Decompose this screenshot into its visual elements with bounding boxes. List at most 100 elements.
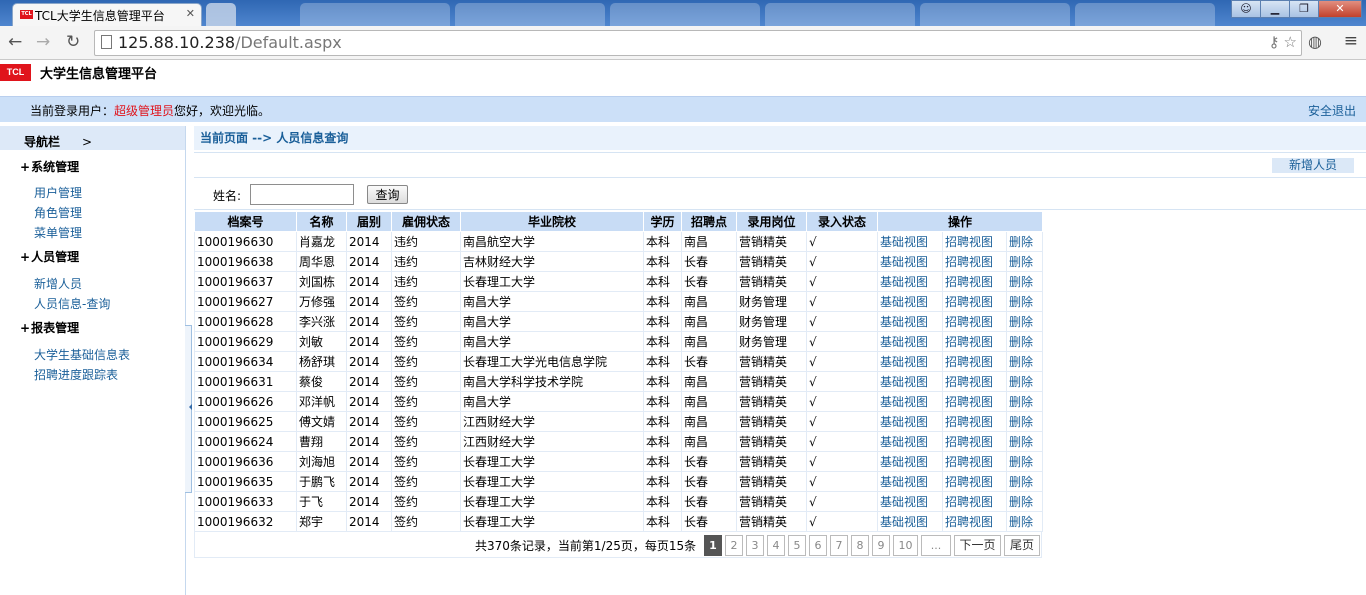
basic-view-link[interactable]: 基础视图 xyxy=(877,231,943,252)
recruit-view-link[interactable]: 招聘视图 xyxy=(942,291,1007,312)
recruit-view-link[interactable]: 招聘视图 xyxy=(942,331,1007,352)
next-page-button[interactable]: 下一页 xyxy=(954,535,1001,556)
tab-close-icon[interactable]: ✕ xyxy=(186,7,195,20)
browser-tab-background[interactable] xyxy=(920,3,1070,26)
recruit-view-link[interactable]: 招聘视图 xyxy=(942,351,1007,372)
table-cell: 2014 xyxy=(346,231,392,252)
browser-tab-background[interactable] xyxy=(765,3,915,26)
recruit-view-link[interactable]: 招聘视图 xyxy=(942,391,1007,412)
table-cell: 长春 xyxy=(681,271,737,292)
browser-tab-background[interactable] xyxy=(1075,3,1215,26)
delete-link[interactable]: 删除 xyxy=(1006,271,1043,292)
user-icon[interactable]: ☺ xyxy=(1231,0,1261,18)
sidebar-group-reports[interactable]: 报表管理 xyxy=(0,319,79,336)
page-number-button[interactable]: 9 xyxy=(872,535,890,556)
extension-globe-icon[interactable]: ◍ xyxy=(1308,32,1322,51)
recruit-view-link[interactable]: 招聘视图 xyxy=(942,371,1007,392)
page-number-button[interactable]: 6 xyxy=(809,535,827,556)
browser-tab-active[interactable]: TCL TCL大学生信息管理平台 ✕ xyxy=(12,3,202,26)
sidebar-item-role-manage[interactable]: 角色管理 xyxy=(34,204,82,221)
recruit-view-link[interactable]: 招聘视图 xyxy=(942,491,1007,512)
sidebar-item-basic-report[interactable]: 大学生基础信息表 xyxy=(34,346,130,363)
delete-link[interactable]: 删除 xyxy=(1006,511,1043,532)
delete-link[interactable]: 删除 xyxy=(1006,391,1043,412)
page-number-button[interactable]: 5 xyxy=(788,535,806,556)
basic-view-link[interactable]: 基础视图 xyxy=(877,491,943,512)
browser-menu-icon[interactable]: ≡ xyxy=(1344,31,1358,51)
sidebar-item-progress-report[interactable]: 招聘进度跟踪表 xyxy=(34,366,118,383)
page-number-button[interactable]: 10 xyxy=(893,535,918,556)
delete-link[interactable]: 删除 xyxy=(1006,451,1043,472)
recruit-view-link[interactable]: 招聘视图 xyxy=(942,271,1007,292)
sidebar-item-person-query[interactable]: 人员信息-查询 xyxy=(34,295,110,312)
table-cell: 于飞 xyxy=(296,491,347,512)
recruit-view-link[interactable]: 招聘视图 xyxy=(942,451,1007,472)
delete-link[interactable]: 删除 xyxy=(1006,411,1043,432)
page-number-button[interactable]: ... xyxy=(921,535,951,556)
basic-view-link[interactable]: 基础视图 xyxy=(877,311,943,332)
delete-link[interactable]: 删除 xyxy=(1006,471,1043,492)
page-number-button[interactable]: 3 xyxy=(746,535,764,556)
basic-view-link[interactable]: 基础视图 xyxy=(877,511,943,532)
delete-link[interactable]: 删除 xyxy=(1006,331,1043,352)
basic-view-link[interactable]: 基础视图 xyxy=(877,371,943,392)
recruit-view-link[interactable]: 招聘视图 xyxy=(942,471,1007,492)
recruit-view-link[interactable]: 招聘视图 xyxy=(942,311,1007,332)
delete-link[interactable]: 删除 xyxy=(1006,251,1043,272)
delete-link[interactable]: 删除 xyxy=(1006,371,1043,392)
table-cell: 营销精英 xyxy=(736,251,807,272)
bookmark-star-icon[interactable]: ☆ xyxy=(1284,33,1297,51)
recruit-view-link[interactable]: 招聘视图 xyxy=(942,511,1007,532)
reload-icon[interactable]: ↻ xyxy=(66,32,80,52)
sidebar-item-add-person[interactable]: 新增人员 xyxy=(34,275,82,292)
add-person-button[interactable]: 新增人员 xyxy=(1272,158,1354,173)
sidebar-item-user-manage[interactable]: 用户管理 xyxy=(34,184,82,201)
page-number-button[interactable]: 8 xyxy=(851,535,869,556)
forward-arrow-icon[interactable]: → xyxy=(36,32,50,52)
sidebar-group-personnel[interactable]: 人员管理 xyxy=(0,248,79,265)
sidebar-chevron-icon[interactable]: > xyxy=(82,135,92,149)
basic-view-link[interactable]: 基础视图 xyxy=(877,391,943,412)
basic-view-link[interactable]: 基础视图 xyxy=(877,411,943,432)
delete-link[interactable]: 删除 xyxy=(1006,311,1043,332)
delete-link[interactable]: 删除 xyxy=(1006,291,1043,312)
page-number-button[interactable]: 2 xyxy=(725,535,743,556)
page-number-button[interactable]: 7 xyxy=(830,535,848,556)
browser-tab-background[interactable] xyxy=(300,3,450,26)
basic-view-link[interactable]: 基础视图 xyxy=(877,451,943,472)
logout-link[interactable]: 安全退出 xyxy=(1308,102,1356,119)
sidebar-group-system[interactable]: 系统管理 xyxy=(0,158,79,175)
basic-view-link[interactable]: 基础视图 xyxy=(877,331,943,352)
page-number-button[interactable]: 1 xyxy=(704,535,722,556)
recruit-view-link[interactable]: 招聘视图 xyxy=(942,231,1007,252)
sidebar-item-menu-manage[interactable]: 菜单管理 xyxy=(34,224,82,241)
address-bar[interactable]: 125.88.10.238/Default.aspx ⚷ ☆ xyxy=(94,30,1302,56)
search-button[interactable]: 查询 xyxy=(367,185,408,204)
basic-view-link[interactable]: 基础视图 xyxy=(877,471,943,492)
delete-link[interactable]: 删除 xyxy=(1006,231,1043,252)
maximize-icon[interactable]: ❐ xyxy=(1289,0,1319,18)
basic-view-link[interactable]: 基础视图 xyxy=(877,431,943,452)
new-tab-button[interactable] xyxy=(206,3,236,26)
delete-link[interactable]: 删除 xyxy=(1006,491,1043,512)
table-cell: 1000196628 xyxy=(194,311,297,332)
basic-view-link[interactable]: 基础视图 xyxy=(877,271,943,292)
recruit-view-link[interactable]: 招聘视图 xyxy=(942,411,1007,432)
minimize-icon[interactable]: ▁ xyxy=(1260,0,1290,18)
recruit-view-link[interactable]: 招聘视图 xyxy=(942,251,1007,272)
recruit-view-link[interactable]: 招聘视图 xyxy=(942,431,1007,452)
last-page-button[interactable]: 尾页 xyxy=(1004,535,1040,556)
window-close-icon[interactable]: ✕ xyxy=(1318,0,1362,18)
browser-tab-background[interactable] xyxy=(455,3,605,26)
page-number-button[interactable]: 4 xyxy=(767,535,785,556)
delete-link[interactable]: 删除 xyxy=(1006,431,1043,452)
key-icon[interactable]: ⚷ xyxy=(1269,33,1280,51)
name-search-input[interactable] xyxy=(250,184,354,205)
basic-view-link[interactable]: 基础视图 xyxy=(877,291,943,312)
basic-view-link[interactable]: 基础视图 xyxy=(877,351,943,372)
back-arrow-icon[interactable]: ← xyxy=(8,32,22,52)
basic-view-link[interactable]: 基础视图 xyxy=(877,251,943,272)
sidebar-collapse-handle[interactable] xyxy=(185,325,192,493)
delete-link[interactable]: 删除 xyxy=(1006,351,1043,372)
browser-tab-background[interactable] xyxy=(610,3,760,26)
